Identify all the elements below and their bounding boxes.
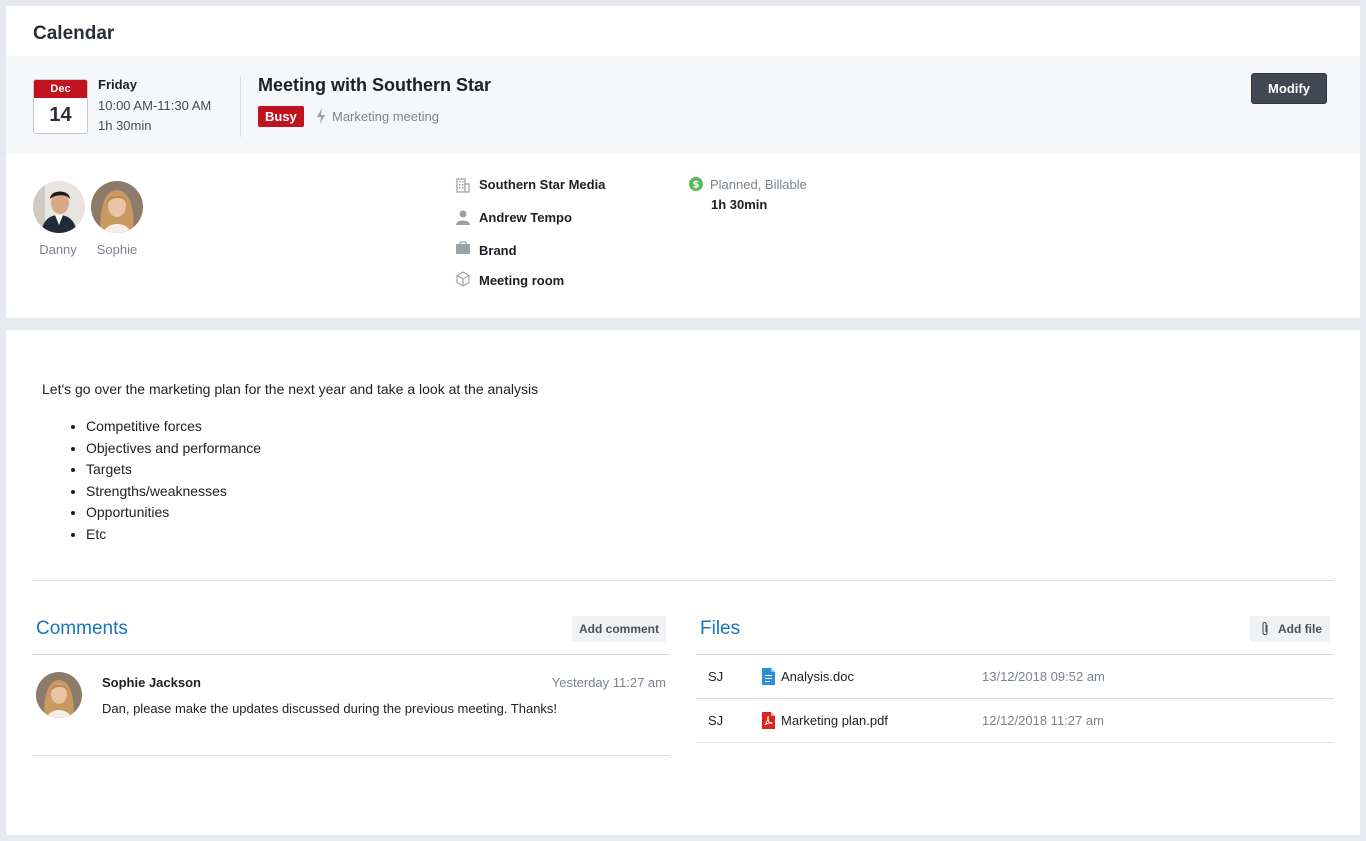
add-file-button[interactable]: Add file	[1250, 616, 1330, 642]
divider	[32, 654, 670, 655]
comment-author: Sophie Jackson	[102, 675, 201, 690]
files-title: Files	[700, 618, 741, 639]
contact-name[interactable]: Andrew Tempo	[479, 210, 572, 225]
doc-file-icon	[762, 668, 775, 685]
dollar-icon: $	[689, 177, 703, 191]
comment-text: Dan, please make the updates discussed d…	[102, 701, 558, 716]
list-item: Objectives and performance	[86, 438, 261, 460]
event-type: Marketing meeting	[332, 109, 439, 124]
list-item: Strengths/weaknesses	[86, 481, 261, 503]
file-owner: SJ	[708, 669, 724, 684]
cube-icon	[456, 271, 470, 287]
description-list: Competitive forces Objectives and perfor…	[86, 416, 261, 545]
project-name[interactable]: Brand	[479, 243, 517, 258]
building-icon	[456, 178, 470, 193]
list-item: Etc	[86, 524, 261, 546]
list-item: Targets	[86, 459, 261, 481]
paperclip-icon	[1262, 621, 1268, 636]
avatar[interactable]	[36, 672, 82, 718]
pdf-file-icon	[762, 712, 775, 729]
event-header-card: Calendar Dec 14 Friday 10:00 AM-11:30 AM…	[6, 6, 1360, 318]
file-date: 13/12/2018 09:52 am	[982, 669, 1105, 684]
company-name[interactable]: Southern Star Media	[479, 177, 605, 192]
add-file-label: Add file	[1278, 622, 1322, 636]
event-time-range: 10:00 AM-11:30 AM	[98, 98, 212, 113]
event-summary: Dec 14 Friday 10:00 AM-11:30 AM 1h 30min…	[6, 56, 1360, 154]
modify-button[interactable]: Modify	[1251, 73, 1327, 104]
add-comment-button[interactable]: Add comment	[572, 616, 666, 642]
file-name[interactable]: Analysis.doc	[781, 669, 854, 684]
date-month: Dec	[34, 80, 87, 98]
date-day: 14	[49, 104, 72, 126]
resource-name[interactable]: Meeting room	[479, 273, 564, 288]
file-date: 12/12/2018 11:27 am	[982, 713, 1104, 728]
avatar[interactable]	[33, 181, 85, 233]
file-owner: SJ	[708, 713, 724, 728]
description-intro: Let's go over the marketing plan for the…	[42, 381, 539, 397]
attendee-name: Danny	[39, 242, 77, 257]
billing-duration: 1h 30min	[711, 197, 768, 212]
table-row[interactable]: SJ Analysis.doc 13/12/2018 09:52 am	[696, 655, 1334, 699]
comment-time: Yesterday 11:27 am	[551, 675, 666, 690]
event-duration: 1h 30min	[98, 118, 152, 133]
avatar[interactable]	[91, 181, 143, 233]
bolt-icon	[317, 108, 325, 124]
divider	[32, 580, 1334, 581]
file-name[interactable]: Marketing plan.pdf	[781, 713, 888, 728]
page-title: Calendar	[33, 23, 115, 44]
divider	[32, 755, 670, 756]
status-badge: Busy	[258, 106, 304, 127]
event-weekday: Friday	[98, 77, 138, 92]
svg-text:$: $	[693, 180, 700, 191]
date-badge: Dec 14	[33, 79, 88, 134]
event-title: Meeting with Southern Star	[258, 75, 492, 95]
comments-title: Comments	[36, 618, 128, 639]
billing-status: Planned, Billable	[710, 177, 807, 192]
list-item: Opportunities	[86, 502, 261, 524]
table-row[interactable]: SJ Marketing plan.pdf 12/12/2018 11:27 a…	[696, 699, 1334, 743]
event-details-card: Let's go over the marketing plan for the…	[6, 330, 1360, 835]
divider	[240, 76, 241, 137]
user-icon	[456, 210, 470, 225]
briefcase-icon	[456, 241, 470, 254]
attendee-name: Sophie	[96, 242, 138, 257]
list-item: Competitive forces	[86, 416, 261, 438]
